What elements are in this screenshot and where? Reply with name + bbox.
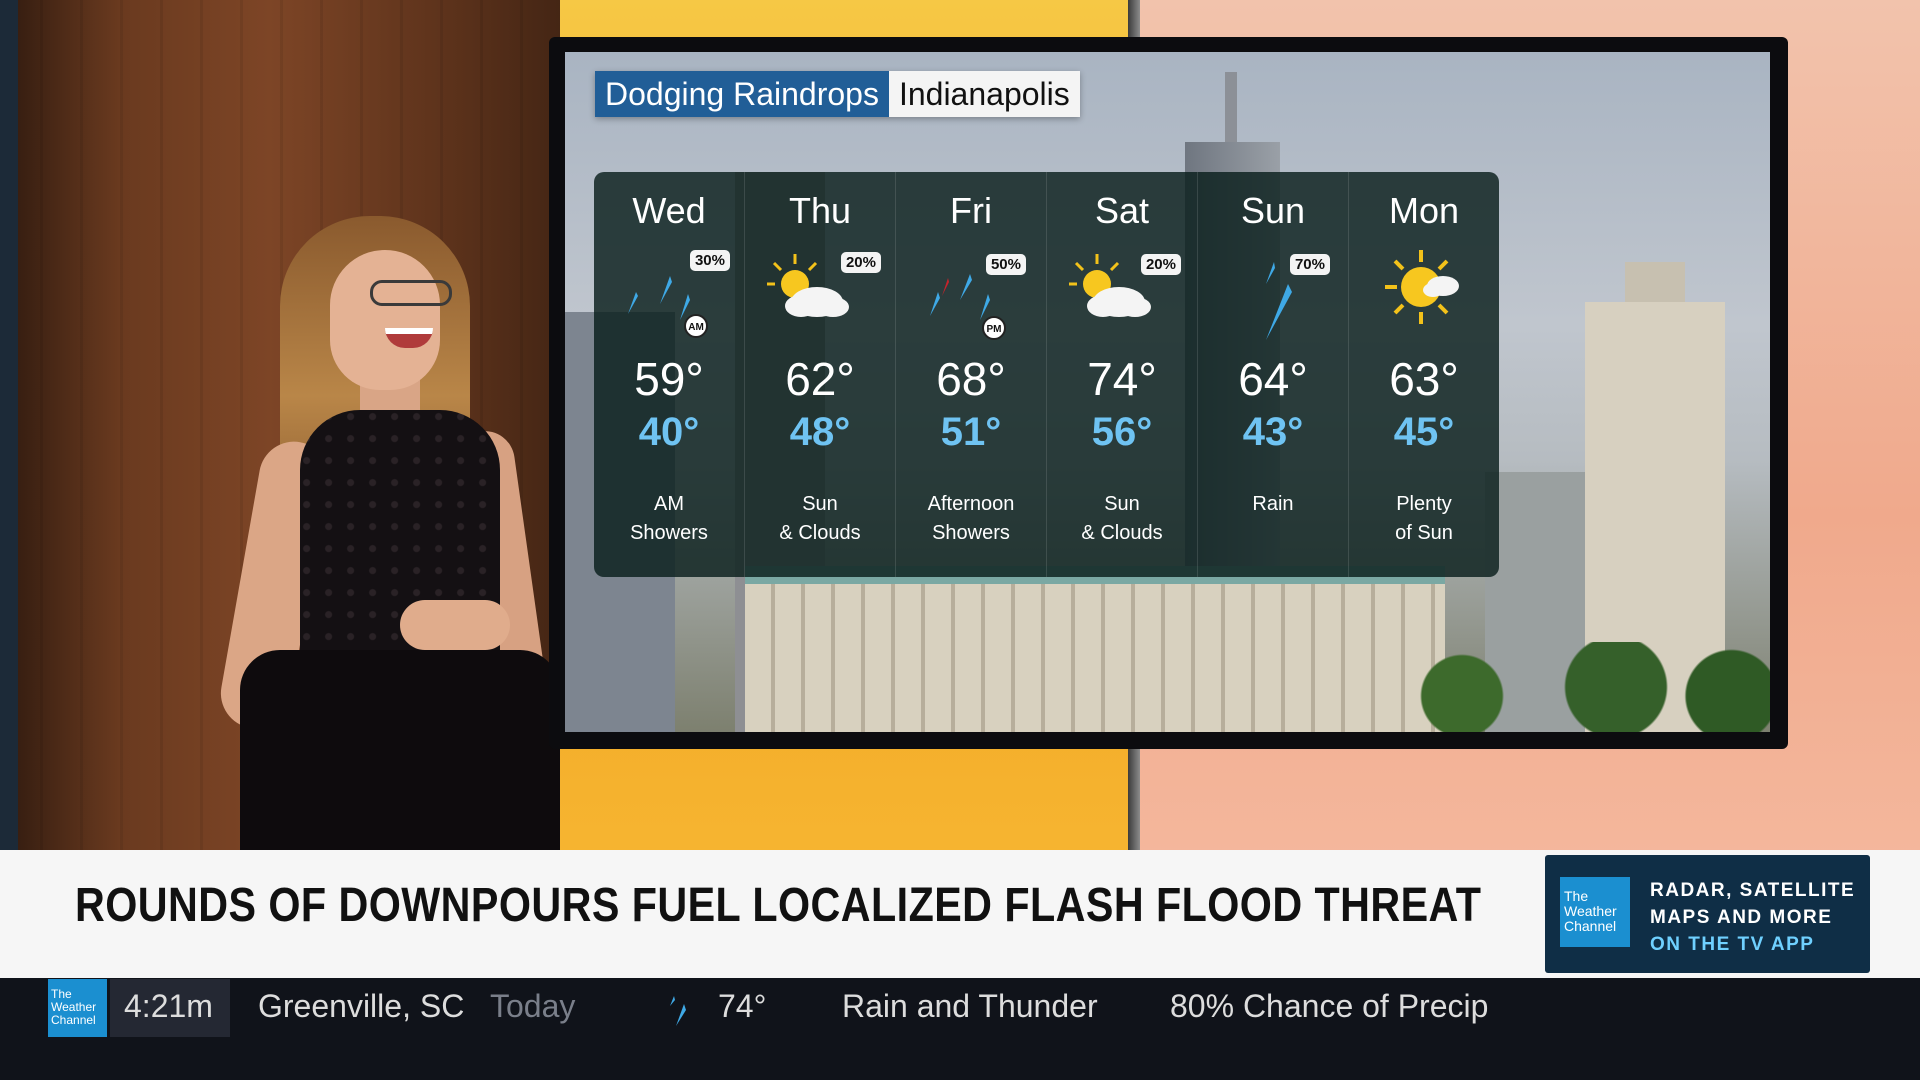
low-temp: 56° <box>1091 410 1153 454</box>
presenter-glasses <box>370 280 452 306</box>
low-temp: 40° <box>638 410 700 454</box>
rain-icon <box>664 988 694 1028</box>
day-name: Thu <box>788 190 852 231</box>
forecast-day-thu: Thu 20% 62° 48° Sun & Clouds <box>745 172 896 577</box>
condition-line-1: Plenty <box>1396 493 1452 515</box>
precip-badge: 20% <box>840 252 881 273</box>
condition: Afternoon Showers <box>896 490 1046 548</box>
ticker-location: Greenville, SC <box>258 988 465 1024</box>
low-temp: 45° <box>1393 410 1455 454</box>
high-temp: 62° <box>785 353 855 405</box>
presenter-hands <box>400 600 510 650</box>
twc-logo-icon: The Weather Channel <box>48 979 107 1037</box>
statehouse-building <box>745 566 1445 732</box>
condition: Rain <box>1198 490 1348 519</box>
tv-app-promo: The Weather Channel RADAR, SATELLITE MAP… <box>1545 855 1870 973</box>
precip-badge: 30% <box>689 250 730 271</box>
ticker-condition: Rain and Thunder <box>842 988 1098 1024</box>
condition: AM Showers <box>594 490 744 548</box>
condition-line-2: Showers <box>630 522 708 544</box>
condition-line-2: of Sun <box>1395 522 1453 544</box>
promo-line-1: RADAR, SATELLITE <box>1650 880 1856 901</box>
forecast-title-bar: Dodging Raindrops Indianapolis <box>595 71 1080 117</box>
day-name: Mon <box>1388 190 1460 231</box>
pm-tag: PM <box>987 324 1002 335</box>
day-name: Wed <box>632 190 706 231</box>
condition-line-2: & Clouds <box>779 522 861 544</box>
condition-line-2: & Clouds <box>1081 522 1163 544</box>
forecast-day-sat: Sat 20% 74° 56° Sun & Clouds <box>1047 172 1198 577</box>
headline: ROUNDS OF DOWNPOURS FUEL LOCALIZED FLASH… <box>75 879 1482 932</box>
low-temp: 51° <box>940 410 1002 454</box>
condition: Plenty of Sun <box>1349 490 1499 548</box>
condition-line-1: AM <box>654 493 684 515</box>
ticker-precip: 80% Chance of Precip <box>1170 988 1489 1024</box>
promo-text: RADAR, SATELLITE MAPS AND MORE ON THE TV… <box>1650 877 1855 958</box>
forecast-day-wed: Wed AM 30% 59° 40° AM Showers <box>594 172 745 577</box>
precip-badge: 50% <box>985 254 1026 275</box>
forecast-city: Indianapolis <box>888 71 1080 117</box>
condition-line-1: Rain <box>1252 493 1294 515</box>
condition: Sun & Clouds <box>1047 490 1197 548</box>
low-temp: 43° <box>1242 410 1304 454</box>
condition-line-1: Afternoon <box>927 493 1015 515</box>
ticker-period: Today <box>490 988 576 1024</box>
day-name: Fri <box>950 190 992 231</box>
low-temp: 48° <box>789 410 851 454</box>
trees <box>1385 642 1770 732</box>
sunny-icon <box>1371 244 1481 344</box>
forecast-day-sun: Sun 70% 64° 43° Rain <box>1198 172 1349 577</box>
am-tag: AM <box>688 322 704 333</box>
high-temp: 68° <box>936 353 1006 405</box>
day-name: Sun <box>1240 190 1306 231</box>
forecast-day-fri: Fri PM 50% 68° 51° Afternoon Showers <box>896 172 1047 577</box>
wall-edge <box>0 0 18 860</box>
ticker-temp: 74° <box>718 988 767 1024</box>
forecast-day-mon: Mon 63° 45° Plenty of Sun <box>1349 172 1499 577</box>
precip-badge: 20% <box>1140 254 1181 275</box>
high-temp: 59° <box>634 353 704 405</box>
promo-line-3: ON THE TV APP <box>1650 934 1815 955</box>
promo-line-2: MAPS AND MORE <box>1650 907 1833 928</box>
forecast-title: Dodging Raindrops <box>595 71 889 117</box>
presenter-face <box>330 250 440 390</box>
presenter-skirt <box>240 650 560 860</box>
high-temp: 74° <box>1087 353 1157 405</box>
condition: Sun & Clouds <box>745 490 895 548</box>
day-name: Sat <box>1094 190 1150 231</box>
precip-badge: 70% <box>1289 254 1330 275</box>
condition-line-1: Sun <box>1104 493 1140 515</box>
presenter <box>215 210 580 860</box>
condition-line-1: Sun <box>802 493 838 515</box>
six-day-forecast: Wed AM 30% 59° 40° AM Showers Thu 20% 62… <box>594 172 1499 577</box>
high-temp: 64° <box>1238 353 1308 405</box>
twc-logo-icon: The Weather Channel <box>1560 877 1630 947</box>
condition-line-2: Showers <box>932 522 1010 544</box>
ticker-time: 4:21m <box>124 988 213 1024</box>
high-temp: 63° <box>1389 353 1459 405</box>
